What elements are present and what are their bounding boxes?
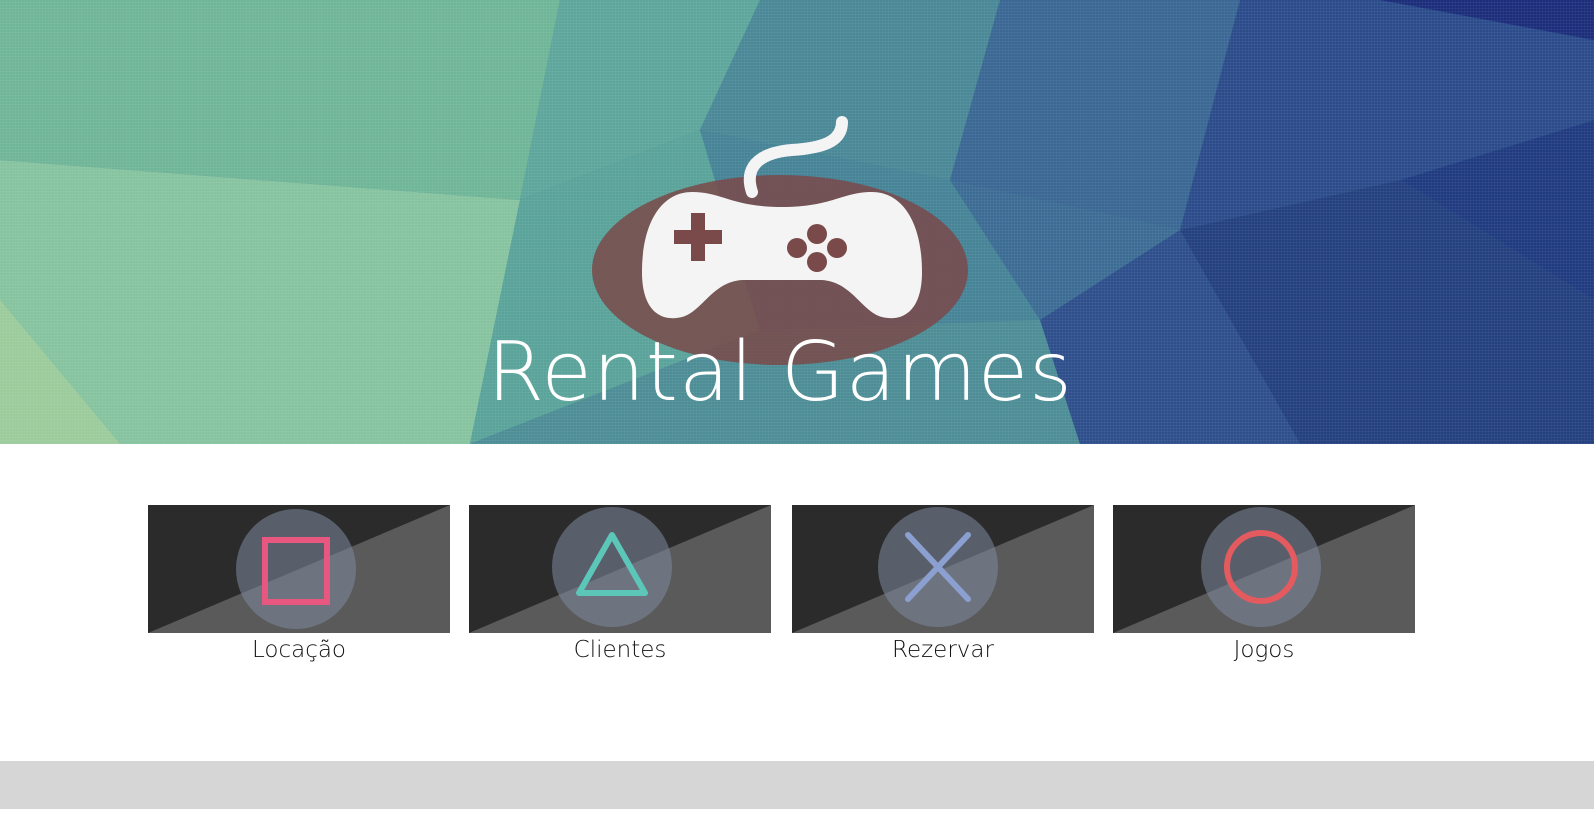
menu-item-label: Jogos <box>1233 637 1295 663</box>
menu-card[interactable] <box>1113 505 1415 633</box>
menu-item-jogos[interactable]: Jogos <box>1113 505 1415 665</box>
menu-card[interactable] <box>792 505 1094 633</box>
menu-item-clientes[interactable]: Clientes <box>469 505 771 665</box>
menu-tiles: Locação Clientes Rezervar Jogos <box>148 505 1418 675</box>
menu-card[interactable] <box>469 505 771 633</box>
menu-card[interactable] <box>148 505 450 633</box>
menu-item-rezervar[interactable]: Rezervar <box>792 505 1094 665</box>
hero-banner: Rental Games <box>0 0 1594 444</box>
footer-bar <box>0 761 1594 809</box>
menu-item-locacao[interactable]: Locação <box>148 505 450 665</box>
menu-item-label: Locação <box>251 637 347 663</box>
app-title: Rental Games <box>487 325 1073 420</box>
menu-item-label: Rezervar <box>892 637 994 663</box>
menu-item-label: Clientes <box>573 637 667 663</box>
